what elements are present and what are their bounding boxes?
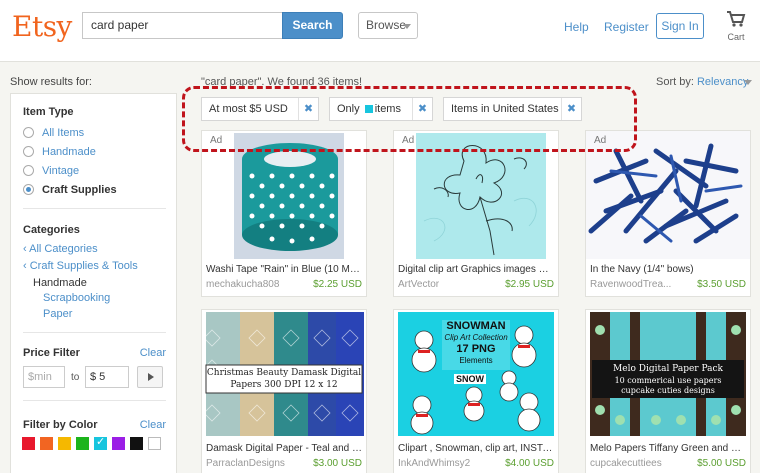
snowman-caption-elements: Elements xyxy=(459,356,493,365)
snowman-caption-sub: Clip Art Collection xyxy=(444,333,508,342)
browse-dropdown[interactable]: Browse xyxy=(358,12,418,39)
search-button[interactable]: Search xyxy=(282,12,343,39)
register-link[interactable]: Register xyxy=(604,20,649,34)
ad-badge: Ad xyxy=(210,135,223,146)
category-handmade: Handmade xyxy=(33,277,87,289)
listing-title[interactable]: Digital clip art Graphics images Gift d.… xyxy=(398,264,554,275)
color-filter-heading: Filter by Color xyxy=(23,419,98,431)
listing-image[interactable]: Melo Digital Paper Pack 10 commerical us… xyxy=(586,310,750,438)
price-submit-button[interactable] xyxy=(137,366,163,388)
radio-button-selected[interactable] xyxy=(23,184,34,195)
listing-price: $3.50 USD xyxy=(697,279,746,290)
shop-name[interactable]: RavenwoodTrea... xyxy=(590,279,690,290)
radio-handmade[interactable]: Handmade xyxy=(23,146,96,160)
listing-title[interactable]: Clipart , Snowman, clip art, INSTANT... xyxy=(398,443,554,454)
listing-price: $5.00 USD xyxy=(697,458,746,469)
listing-card[interactable]: Ad Digital clip art Graphics images Gift… xyxy=(393,130,559,297)
etsy-logo[interactable]: Etsy xyxy=(12,10,72,43)
color-swatch[interactable] xyxy=(130,437,143,450)
listing-card[interactable]: Christmas Beauty Damask Digital Papers 3… xyxy=(201,309,367,473)
color-swatch[interactable] xyxy=(76,437,89,450)
top-header: Etsy card paper Search Browse Help Regis… xyxy=(0,0,760,62)
cart-icon xyxy=(727,11,746,27)
listing-title[interactable]: Washi Tape "Rain" in Blue (10 Meters... xyxy=(206,264,362,275)
search-input[interactable]: card paper xyxy=(82,12,282,39)
listing-price: $3.00 USD xyxy=(313,458,362,469)
melo-paper-image xyxy=(586,310,750,438)
sort-control[interactable]: Sort by: Relevancy xyxy=(656,76,748,88)
damask-caption-line2: Papers 300 DPI 12 x 12 xyxy=(230,380,338,390)
price-clear-link[interactable]: Clear xyxy=(140,347,166,359)
divider xyxy=(23,208,166,209)
melo-caption-sub: 10 commerical use papers xyxy=(614,376,722,385)
melo-caption-title: Melo Digital Paper Pack xyxy=(613,364,723,374)
listing-image[interactable]: Christmas Beauty Damask Digital Papers 3… xyxy=(202,310,366,438)
listing-title[interactable]: Damask Digital Paper - Teal and Blue xyxy=(206,443,362,454)
category-craft-supplies-link[interactable]: ‹ Craft Supplies & Tools xyxy=(23,260,138,272)
cart-label: Cart xyxy=(727,32,745,42)
radio-vintage[interactable]: Vintage xyxy=(23,165,79,179)
listing-card[interactable]: Ad In the Navy (1/4" bows) RavenwoodTrea… xyxy=(585,130,751,297)
listing-price: $4.00 USD xyxy=(505,458,554,469)
color-swatch[interactable] xyxy=(40,437,53,450)
chevron-down-icon xyxy=(403,24,411,29)
listing-price: $2.95 USD xyxy=(505,279,554,290)
radio-button[interactable] xyxy=(23,165,34,176)
radio-button[interactable] xyxy=(23,146,34,157)
ad-badge: Ad xyxy=(402,135,415,146)
divider xyxy=(23,400,166,401)
shop-name[interactable]: mechakucha808 xyxy=(206,279,306,290)
sort-value[interactable]: Relevancy xyxy=(697,76,748,88)
listing-card[interactable]: SNOWMAN Clip Art Collection 17 PNG Eleme… xyxy=(393,309,559,473)
listing-card[interactable]: Melo Digital Paper Pack 10 commerical us… xyxy=(585,309,751,473)
show-results-label: Show results for: xyxy=(10,76,92,88)
listing-image[interactable]: SNOWMAN Clip Art Collection 17 PNG Eleme… xyxy=(394,310,558,438)
color-swatch[interactable] xyxy=(112,437,125,450)
listing-card[interactable]: Ad Washi Tape "Rain" in Blue (10 Meters.… xyxy=(201,130,367,297)
color-swatch[interactable] xyxy=(58,437,71,450)
category-paper-link[interactable]: Paper xyxy=(43,308,72,320)
damask-caption-line1: Christmas Beauty Damask Digital xyxy=(206,368,362,378)
melo-caption-brand: cupcake cuties designs xyxy=(621,386,715,395)
item-type-heading: Item Type xyxy=(23,106,74,118)
snowman-caption-snow: SNOW xyxy=(454,374,486,384)
price-min-input[interactable]: $min xyxy=(23,366,65,388)
categories-heading: Categories xyxy=(23,224,80,236)
color-swatch[interactable] xyxy=(22,437,35,450)
category-all-link[interactable]: ‹ All Categories xyxy=(23,243,98,255)
price-filter-heading: Price Filter xyxy=(23,347,80,359)
category-scrapbooking-link[interactable]: Scrapbooking xyxy=(43,292,110,304)
shop-name[interactable]: InkAndWhimsy2 xyxy=(398,458,498,469)
shop-name[interactable]: ArtVector xyxy=(398,279,498,290)
chevron-down-icon[interactable] xyxy=(744,80,752,85)
shop-name[interactable]: cupcakecuttiees xyxy=(590,458,690,469)
price-max-input[interactable]: $ 5 xyxy=(85,366,129,388)
color-swatch[interactable] xyxy=(94,435,107,450)
listing-price: $2.25 USD xyxy=(313,279,362,290)
ad-badge: Ad xyxy=(594,135,607,146)
price-to-label: to xyxy=(71,372,80,383)
divider xyxy=(23,332,166,333)
listing-title[interactable]: Melo Papers Tiffany Green and Brow... xyxy=(590,443,746,454)
help-link[interactable]: Help xyxy=(564,20,589,34)
radio-all-items[interactable]: All Items xyxy=(23,127,84,141)
color-clear-link[interactable]: Clear xyxy=(140,419,166,431)
cart-button[interactable]: Cart xyxy=(722,10,750,46)
shop-name[interactable]: ParraclanDesigns xyxy=(206,458,306,469)
snowman-caption-title: SNOWMAN xyxy=(446,320,506,332)
radio-button[interactable] xyxy=(23,127,34,138)
radio-craft-supplies[interactable]: Craft Supplies xyxy=(23,184,117,198)
sign-in-button[interactable]: Sign In xyxy=(656,13,704,39)
color-swatch[interactable] xyxy=(148,437,161,450)
listing-title[interactable]: In the Navy (1/4" bows) xyxy=(590,264,746,275)
filter-sidebar: Item Type All Items Handmade Vintage Cra… xyxy=(10,93,177,473)
snowman-caption-count: 17 PNG xyxy=(456,343,496,355)
